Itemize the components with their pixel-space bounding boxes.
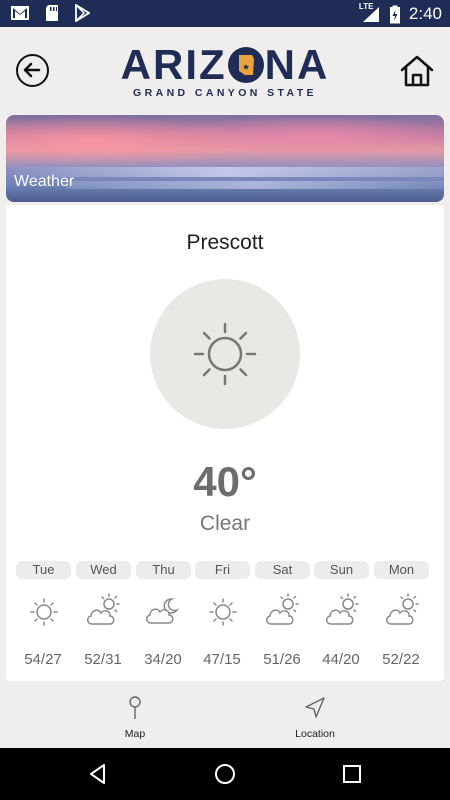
logo-wordmark: ARIZ NA — [110, 43, 340, 87]
cloudy-night-icon — [146, 598, 180, 624]
logo-text: ARIZ — [120, 41, 227, 88]
arizona-map-icon — [227, 47, 264, 83]
forecast-day-label: Fri — [195, 561, 250, 579]
banner-title: Weather — [14, 173, 75, 190]
forecast-day-label: Mon — [374, 561, 429, 579]
battery-icon — [389, 5, 400, 23]
current-temperature: 40° — [193, 458, 257, 505]
navigation-arrow-icon — [305, 697, 325, 718]
app-header: ARIZ NA GRAND CANYON STATE — [0, 27, 450, 113]
gmail-icon — [11, 6, 29, 20]
forecast-day-label: Tue — [16, 561, 71, 579]
forecast-day-label: Wed — [76, 561, 131, 579]
weather-card: Prescott 40° Clear Tue Wed Thu Fri Sat S… — [6, 205, 444, 681]
forecast-day-label: Sat — [255, 561, 310, 579]
banner-cloud-streak — [66, 181, 444, 189]
sun-icon — [193, 322, 257, 386]
partly-cloudy-icon — [386, 593, 419, 625]
home-button[interactable] — [399, 54, 435, 88]
arrow-left-icon — [23, 62, 41, 78]
logo-text-end: NA — [264, 41, 330, 88]
nav-map-label: Map — [124, 728, 146, 740]
bottom-nav: Map Location — [0, 683, 450, 746]
play-store-icon — [75, 4, 90, 22]
home-icon — [400, 55, 434, 87]
sun-icon — [30, 598, 58, 626]
nav-location[interactable]: Location — [270, 695, 360, 740]
partly-cloudy-icon — [266, 593, 299, 625]
weather-banner: Weather — [6, 115, 444, 202]
logo-tagline: GRAND CANYON STATE — [133, 87, 317, 99]
sd-card-icon — [46, 5, 58, 21]
network-type: LTE — [358, 2, 374, 11]
forecast-temps: 44/20 — [322, 651, 360, 668]
clock: 2:40 — [408, 4, 442, 23]
forecast-temps: 54/27 — [24, 651, 62, 668]
forecast-day-label: Thu — [136, 561, 191, 579]
back-triangle-icon[interactable] — [86, 762, 110, 786]
home-circle-icon[interactable] — [213, 762, 237, 786]
nav-map[interactable]: Map — [90, 695, 180, 740]
current-condition: Clear — [199, 512, 251, 535]
forecast-temps: 34/20 — [144, 651, 182, 668]
partly-cloudy-icon — [326, 593, 359, 625]
partly-cloudy-icon — [87, 593, 120, 625]
forecast-temps: 52/31 — [84, 651, 122, 668]
system-nav-bar — [0, 748, 450, 800]
map-pin-icon — [129, 696, 141, 719]
nav-location-label: Location — [295, 728, 335, 740]
forecast-day-label: Sun — [314, 561, 369, 579]
forecast-temps: 51/26 — [263, 651, 301, 668]
arizona-logo: ARIZ NA GRAND CANYON STATE — [110, 43, 340, 103]
forecast-temps: 47/15 — [203, 651, 241, 668]
forecast-temps: 52/22 — [382, 651, 420, 668]
city-name: Prescott — [186, 231, 264, 254]
status-bar: LTE 2:40 — [0, 0, 450, 27]
recent-apps-icon[interactable] — [340, 762, 364, 786]
current-weather-icon-circle — [150, 279, 300, 429]
back-button[interactable] — [16, 54, 49, 87]
sun-icon — [209, 598, 237, 626]
